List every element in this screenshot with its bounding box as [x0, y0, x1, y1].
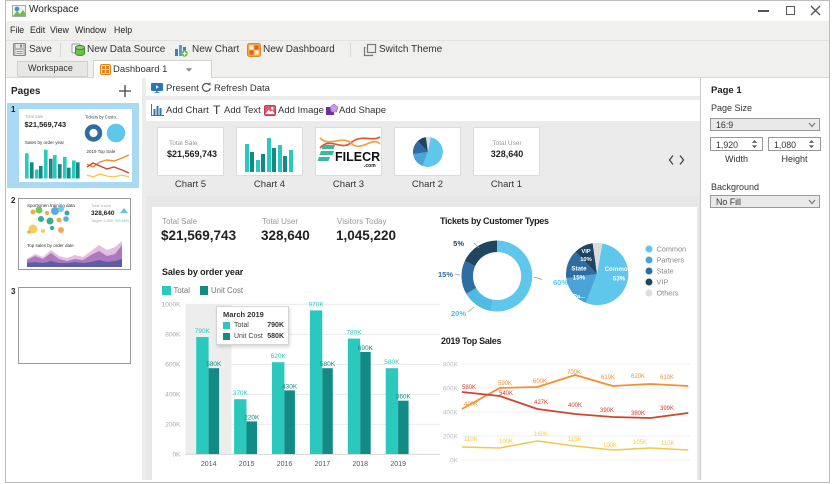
svg-text:State: State — [657, 267, 674, 276]
svg-text:620K: 620K — [271, 353, 287, 360]
svg-text:400K: 400K — [568, 403, 582, 409]
svg-text:2014: 2014 — [201, 461, 217, 468]
svg-text:1000K: 1000K — [162, 302, 181, 309]
svg-text:110K: 110K — [464, 437, 478, 443]
svg-text:430K: 430K — [282, 383, 298, 390]
svg-text:2015: 2015 — [239, 461, 255, 468]
svg-text:700K: 700K — [567, 370, 581, 376]
svg-text:VIP: VIP — [657, 278, 669, 287]
svg-text:53%: 53% — [613, 276, 626, 283]
svg-text:600K: 600K — [165, 362, 181, 369]
svg-text:Pa...: Pa... — [573, 294, 585, 300]
svg-text:790K: 790K — [195, 328, 211, 335]
svg-text:220K: 220K — [244, 414, 260, 421]
svg-text:620K: 620K — [631, 374, 645, 380]
svg-text:590K: 590K — [498, 381, 512, 387]
svg-text:0K: 0K — [172, 452, 181, 459]
svg-text:360K: 360K — [396, 394, 412, 401]
svg-text:Target: 0,000: Target: 0,000 — [91, 219, 113, 223]
svg-text:.com: .com — [364, 163, 376, 169]
svg-text:200K: 200K — [443, 434, 459, 441]
svg-text:427K: 427K — [534, 400, 548, 406]
svg-text:15%: 15% — [573, 275, 586, 282]
svg-text:580K: 580K — [320, 361, 336, 368]
svg-text:110K: 110K — [661, 441, 675, 447]
svg-text:580K: 580K — [384, 359, 400, 366]
svg-text:15%: 15% — [438, 270, 453, 279]
svg-text:370K: 370K — [233, 390, 249, 397]
svg-text:Tickets by Custo...: Tickets by Custo... — [85, 115, 119, 120]
svg-text:5%: 5% — [453, 239, 464, 248]
svg-text:380K: 380K — [631, 411, 645, 417]
svg-text:610K: 610K — [601, 375, 615, 381]
svg-text:100K: 100K — [603, 443, 617, 449]
svg-text:390K: 390K — [600, 408, 614, 414]
svg-text:2018: 2018 — [353, 461, 369, 468]
svg-text:2016: 2016 — [277, 461, 293, 468]
svg-text:Partners: Partners — [657, 256, 685, 265]
svg-text:600K: 600K — [443, 386, 459, 393]
svg-text:399K: 399K — [660, 406, 674, 412]
svg-text:800K: 800K — [443, 362, 459, 369]
svg-text:200K: 200K — [165, 422, 181, 429]
svg-text:970K: 970K — [309, 301, 325, 308]
svg-text:2019: 2019 — [390, 461, 406, 468]
svg-text:540K: 540K — [499, 391, 513, 397]
svg-text:600K: 600K — [533, 379, 547, 385]
svg-text:10%: 10% — [573, 302, 585, 308]
svg-text:$21,569,743: $21,569,743 — [25, 120, 67, 129]
svg-text:Common: Common — [605, 266, 632, 273]
svg-text:100K: 100K — [499, 439, 513, 445]
svg-text:328,640: 328,640 — [91, 210, 115, 217]
svg-text:160K: 160K — [534, 432, 548, 438]
svg-text:580K: 580K — [462, 385, 476, 391]
svg-text:10%: 10% — [580, 257, 592, 263]
svg-text:FILECR: FILECR — [335, 150, 380, 164]
svg-text:Total Sale: Total Sale — [25, 114, 44, 119]
svg-text:20%: 20% — [451, 309, 466, 318]
svg-text:60%: 60% — [553, 278, 568, 287]
svg-text:105K: 105K — [633, 440, 647, 446]
svg-text:115K: 115K — [568, 437, 582, 443]
svg-text:580K: 580K — [206, 361, 222, 368]
svg-text:610K: 610K — [660, 375, 674, 381]
svg-text:2019 Top Sale: 2019 Top Sale — [87, 149, 116, 154]
svg-text:Sportsmen training data: Sportsmen training data — [27, 203, 75, 208]
svg-text:400K: 400K — [165, 392, 181, 399]
svg-text:780K: 780K — [346, 330, 362, 337]
svg-text:400K: 400K — [464, 402, 478, 408]
svg-text:VIP: VIP — [581, 249, 590, 255]
svg-text:State: State — [571, 266, 587, 273]
svg-text:0K: 0K — [450, 458, 459, 465]
svg-text:Top sales by order date: Top sales by order date — [27, 243, 74, 248]
svg-text:Total Users: Total Users — [91, 203, 111, 208]
svg-text:Common: Common — [657, 245, 687, 254]
svg-text:+99.46%: +99.46% — [114, 219, 130, 223]
svg-text:690K: 690K — [358, 345, 374, 352]
svg-text:Others: Others — [657, 289, 679, 298]
svg-text:2017: 2017 — [315, 461, 331, 468]
svg-text:400K: 400K — [443, 410, 459, 417]
svg-text:Sales by order year: Sales by order year — [25, 140, 65, 145]
svg-text:800K: 800K — [165, 332, 181, 339]
